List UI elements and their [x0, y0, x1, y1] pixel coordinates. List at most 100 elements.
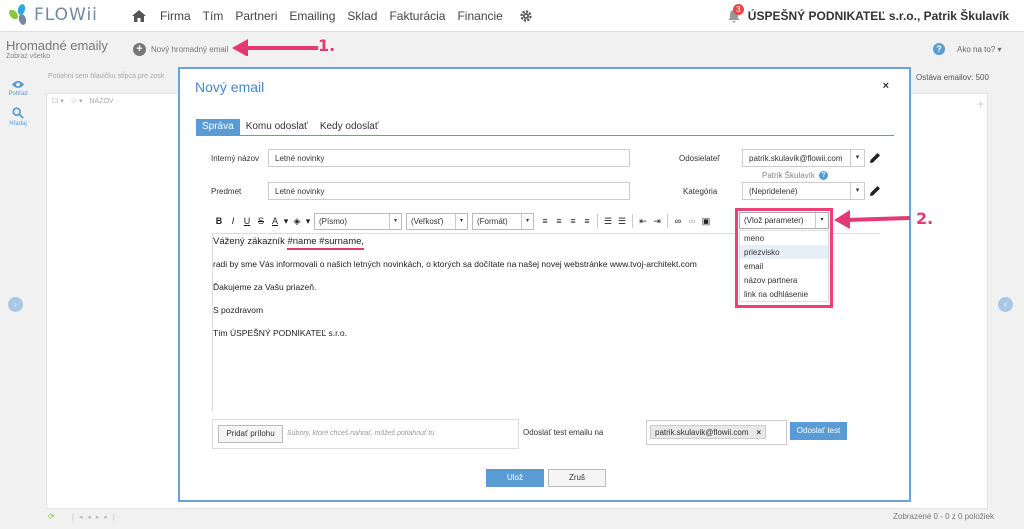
nav-item-fakturacia[interactable]: Fakturácia	[389, 9, 445, 23]
logo-text: FLOWii	[34, 5, 98, 25]
column-header-row: ☐ ▾ ☆ ▾ NÁZOV	[52, 97, 114, 106]
notification-bell-icon[interactable]: 3	[727, 4, 744, 23]
gear-icon[interactable]	[519, 9, 533, 23]
help-icon[interactable]: ?	[818, 171, 828, 180]
add-column-icon[interactable]: +	[977, 97, 984, 111]
nav-item-partneri[interactable]: Partneri	[235, 9, 277, 23]
chevron-down-icon: ▾	[850, 183, 864, 199]
chevron-down-icon: ▾	[389, 213, 401, 229]
edit-category-pencil-icon[interactable]	[869, 185, 881, 197]
chevron-down-icon[interactable]: ▾	[282, 216, 290, 227]
chevron-down-icon: ▾	[455, 213, 467, 229]
image-icon[interactable]: ▣	[699, 216, 713, 227]
star-icon[interactable]: ☆ ▾	[71, 97, 83, 105]
align-left-icon[interactable]: ≡	[538, 216, 552, 226]
pager-arrows[interactable]: |◂◂▸▸|	[72, 513, 120, 521]
body-greeting: Vážený zákazník #name #surname,	[213, 236, 365, 250]
italic-button[interactable]: I	[226, 216, 240, 226]
logo[interactable]: FLOWii	[7, 3, 98, 26]
category-select[interactable]: (Nepridelené) ▾	[742, 182, 865, 200]
cancel-button[interactable]: Zruš	[548, 469, 606, 487]
indent-icon[interactable]: ⇥	[650, 216, 664, 227]
nav-item-emailing[interactable]: Emailing	[289, 9, 335, 23]
annotation-label-1: 1.	[318, 36, 336, 55]
new-email-modal: Nový email × Správa Komu odoslať Kedy od…	[178, 67, 911, 502]
expand-left-arrow-icon[interactable]: ›	[8, 297, 23, 312]
view-tool[interactable]: Pohľad	[4, 80, 32, 97]
annotation-label-2: 2.	[916, 209, 934, 228]
unlink-icon[interactable]: ∞	[685, 216, 699, 226]
new-email-label: Nový hromadný email	[151, 45, 229, 54]
internal-name-label: Interný názov	[211, 154, 260, 163]
search-icon	[12, 107, 24, 119]
nav-item-firma[interactable]: Firma	[160, 9, 191, 23]
refresh-icon[interactable]: ⟳	[48, 512, 55, 521]
bold-button[interactable]: B	[212, 216, 226, 226]
annotation-highlight-box	[735, 208, 833, 308]
align-center-icon[interactable]: ≡	[552, 216, 566, 226]
align-right-icon[interactable]: ≡	[566, 216, 580, 226]
view-label: Pohľad	[8, 91, 28, 97]
remaining-emails: Ostáva emailov: 500	[916, 73, 989, 82]
category-label: Kategória	[683, 187, 718, 196]
link-icon[interactable]: ∞	[671, 216, 685, 226]
bullet-list-icon[interactable]: ☰	[601, 216, 615, 227]
top-navbar: FLOWii Firma Tím Partneri Emailing Sklad…	[0, 0, 1024, 32]
numbered-list-icon[interactable]: ☰	[615, 216, 629, 227]
notification-badge: 3	[732, 4, 744, 15]
tab-sprava[interactable]: Správa	[196, 119, 240, 135]
subject-label: Predmet	[211, 187, 242, 196]
column-header-name[interactable]: NÁZOV	[89, 98, 113, 105]
close-icon[interactable]: ×	[883, 80, 889, 92]
company-user[interactable]: 3 ÚSPEŠNÝ PODNIKATEĽ s.r.o., Patrik Škul…	[727, 4, 1009, 23]
body-line-5: Tím ÚSPEŠNÝ PODNIKATEĽ s.r.o.	[213, 328, 347, 338]
tab-kedy-odoslat[interactable]: Kedy odoslať	[314, 119, 385, 135]
chevron-down-icon[interactable]: ▾	[304, 216, 312, 227]
toolbar-divider	[632, 214, 633, 228]
search-label: Hľadaj	[9, 121, 27, 127]
body-line-4: S pozdravom	[213, 305, 264, 315]
attachment-hint: Súbory, ktoré chceš nahrať, môžeš potiah…	[287, 430, 435, 437]
page-title: Hromadné emaily	[6, 38, 108, 53]
send-test-button[interactable]: Odoslať test	[790, 422, 847, 440]
sender-name: Patrik Škulavík ?	[762, 171, 828, 180]
nav-item-tim[interactable]: Tím	[203, 9, 224, 23]
underline-button[interactable]: U	[240, 216, 254, 226]
sender-select[interactable]: patrik.skulavik@flowii.com ▾	[742, 149, 865, 167]
main-nav: Firma Tím Partneri Emailing Sklad Faktur…	[132, 9, 533, 23]
chevron-down-icon: ▾	[850, 150, 864, 166]
modal-title: Nový email	[195, 79, 265, 95]
tab-komu-odoslat[interactable]: Komu odoslať	[240, 119, 314, 135]
save-button[interactable]: Ulož	[486, 469, 544, 487]
remove-chip-icon[interactable]: ×	[756, 428, 761, 437]
select-all-checkbox[interactable]: ☐ ▾	[52, 97, 64, 105]
collapse-right-arrow-icon[interactable]: ‹	[998, 297, 1013, 312]
nav-item-sklad[interactable]: Sklad	[347, 9, 377, 23]
help-icon[interactable]: ?	[933, 43, 945, 55]
font-color-icon[interactable]: A	[268, 216, 282, 226]
edit-sender-pencil-icon[interactable]	[869, 152, 881, 164]
help-link[interactable]: Ako na to? ▾	[957, 45, 1002, 54]
search-tool[interactable]: Hľadaj	[4, 107, 32, 127]
greeting-params: #name #surname,	[287, 236, 365, 250]
home-icon[interactable]	[132, 10, 146, 22]
internal-name-input[interactable]: Letné novinky	[268, 149, 630, 167]
size-select[interactable]: (Veľkosť) ▾	[406, 212, 468, 230]
test-email-chip: patrik.skulavik@flowii.com ×	[650, 425, 767, 439]
highlight-color-icon[interactable]: ◈	[290, 216, 304, 227]
align-justify-icon[interactable]: ≡	[580, 216, 594, 226]
outdent-icon[interactable]: ⇤	[636, 216, 650, 227]
new-email-button[interactable]: + Nový hromadný email	[133, 43, 228, 56]
toolbar-divider	[597, 214, 598, 228]
add-attachment-button[interactable]: Pridať prílohu	[218, 425, 283, 443]
nav-item-financie[interactable]: Financie	[457, 9, 502, 23]
subject-input[interactable]: Letné novinky	[268, 182, 630, 200]
toolbar-divider	[667, 214, 668, 228]
annotation-arrow-2	[834, 210, 911, 229]
page-subtitle[interactable]: Zobraz všetko	[6, 53, 50, 60]
format-select[interactable]: (Formát) ▾	[472, 212, 534, 230]
modal-tabs: Správa Komu odoslať Kedy odoslať	[196, 119, 894, 136]
strike-button[interactable]: S	[254, 216, 268, 226]
font-select[interactable]: (Písmo) ▾	[314, 212, 402, 230]
chevron-down-icon: ▾	[521, 213, 533, 229]
